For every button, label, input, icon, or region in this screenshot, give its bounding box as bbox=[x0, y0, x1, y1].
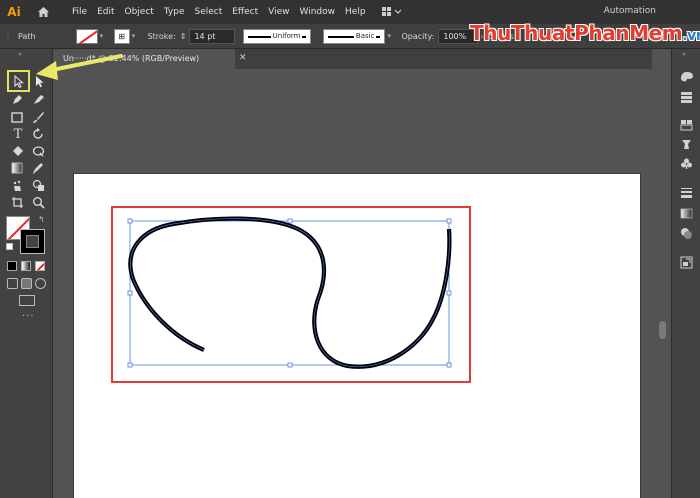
eraser-tool-icon[interactable] bbox=[9, 143, 25, 159]
menu-window[interactable]: Window bbox=[295, 0, 341, 24]
brush-label: Basic bbox=[353, 31, 377, 40]
menu-help[interactable]: Help bbox=[340, 0, 371, 24]
type-tool-icon[interactable]: T bbox=[10, 126, 26, 142]
symbols-panel-icon[interactable] bbox=[679, 156, 694, 171]
menu-list: File Edit Object Type Select Effect View… bbox=[67, 0, 371, 24]
color-mode-icon[interactable] bbox=[7, 261, 17, 271]
menu-effect[interactable]: Effect bbox=[227, 0, 263, 24]
bounding-box bbox=[129, 220, 450, 366]
watermark: ThuThuatPhanMem.vn bbox=[470, 21, 700, 45]
default-colors-icon[interactable] bbox=[6, 243, 13, 250]
more-tools-icon[interactable]: ··· bbox=[22, 311, 35, 322]
zoom-tool-icon[interactable] bbox=[30, 194, 46, 210]
vertical-scrollbar[interactable] bbox=[652, 69, 671, 498]
app-logo: Ai bbox=[7, 5, 21, 19]
bounding-box-handles[interactable] bbox=[127, 218, 452, 368]
tools-panel: « T ↰ ··· bbox=[0, 49, 53, 498]
swap-icon[interactable]: ↰ bbox=[38, 215, 45, 224]
paintbrush-tool-icon[interactable] bbox=[30, 109, 46, 125]
selection-type-label: Path bbox=[18, 31, 36, 41]
stepper-icon[interactable]: ⇕ bbox=[180, 32, 187, 41]
collapse-icon[interactable]: « bbox=[18, 50, 22, 58]
screen-mode-icon[interactable] bbox=[19, 295, 35, 306]
document-tab-bar: Un·····d* @ 32.44% (RGB/Preview) ✕ bbox=[53, 49, 652, 69]
artboard-tool-icon[interactable] bbox=[9, 194, 25, 210]
draw-normal-icon[interactable] bbox=[7, 278, 18, 289]
symbol-sprayer-tool-icon[interactable] bbox=[9, 177, 25, 193]
color-panel-icon[interactable] bbox=[679, 69, 694, 84]
opacity-label[interactable]: Opacity: bbox=[401, 32, 434, 41]
curvature-tool-icon[interactable] bbox=[30, 91, 46, 107]
panel-dock: » bbox=[671, 49, 700, 498]
direct-selection-tool-icon[interactable] bbox=[32, 73, 48, 89]
draw-behind-icon[interactable] bbox=[21, 278, 32, 289]
gradient-mode-icon[interactable] bbox=[21, 261, 31, 271]
none-mode-icon[interactable] bbox=[35, 261, 45, 271]
rectangle-tool-icon[interactable] bbox=[9, 109, 25, 125]
curve-path-outline bbox=[130, 218, 450, 368]
scrollbar-thumb[interactable] bbox=[659, 321, 666, 339]
stroke-weight-field[interactable]: 14 pt bbox=[189, 28, 236, 44]
gradient-tool-icon[interactable] bbox=[9, 160, 25, 176]
fill-swatch[interactable] bbox=[75, 28, 98, 44]
stroke-label[interactable]: Stroke: bbox=[148, 32, 176, 41]
stroke-color-box[interactable] bbox=[20, 229, 45, 254]
home-icon[interactable] bbox=[33, 2, 53, 22]
chevron-down-icon[interactable]: ▾ bbox=[100, 32, 108, 40]
menu-object[interactable]: Object bbox=[120, 0, 159, 24]
menu-view[interactable]: View bbox=[263, 0, 294, 24]
chevron-down-icon[interactable]: ▾ bbox=[132, 32, 140, 40]
grip-icon: ⋮ bbox=[4, 31, 12, 41]
stroke-swatch[interactable]: ⊞ bbox=[113, 28, 130, 44]
draw-inside-icon[interactable] bbox=[35, 278, 46, 289]
menu-select[interactable]: Select bbox=[189, 0, 227, 24]
workspace-switcher[interactable]: Automation bbox=[604, 6, 656, 16]
stroke-panel-icon[interactable] bbox=[679, 185, 694, 200]
menu-file[interactable]: File bbox=[67, 0, 92, 24]
arrange-documents-icon bbox=[381, 7, 401, 16]
illustrator-window: Ai File Edit Object Type Select Effect V… bbox=[0, 0, 700, 498]
brush-definition[interactable]: Basic bbox=[323, 28, 386, 44]
expand-icon[interactable]: » bbox=[682, 50, 686, 58]
asset-export-panel-icon[interactable] bbox=[679, 255, 694, 270]
eyedropper-tool-icon[interactable] bbox=[30, 160, 46, 176]
menu-type[interactable]: Type bbox=[159, 0, 190, 24]
artwork-layer bbox=[111, 206, 471, 383]
scale-tool-icon[interactable] bbox=[30, 143, 46, 159]
arrange-documents-button[interactable] bbox=[381, 6, 403, 18]
brushes-panel-icon[interactable] bbox=[679, 137, 694, 152]
watermark-main: ThuThuatPhanMem bbox=[470, 21, 683, 45]
annotation-rectangle bbox=[111, 206, 471, 383]
profile-label: Uniform bbox=[270, 31, 303, 40]
selection-tool-icon[interactable] bbox=[11, 73, 27, 89]
variable-width-profile[interactable]: Uniform bbox=[243, 28, 312, 44]
document-tab[interactable]: Un·····d* @ 32.44% (RGB/Preview) bbox=[53, 49, 235, 69]
chevron-down-icon[interactable]: ▾ bbox=[387, 32, 395, 40]
rotate-tool-icon[interactable] bbox=[30, 126, 46, 142]
transparency-panel-icon[interactable] bbox=[679, 226, 694, 241]
swatches-panel-icon[interactable] bbox=[679, 117, 694, 132]
watermark-tld: .vn bbox=[682, 28, 700, 44]
shape-builder-tool-icon[interactable] bbox=[30, 177, 46, 193]
close-icon[interactable]: ✕ bbox=[239, 53, 247, 63]
curve-path[interactable] bbox=[128, 216, 452, 369]
layers-panel-icon[interactable] bbox=[679, 90, 694, 105]
canvas-area[interactable] bbox=[53, 69, 652, 498]
stroke-inner bbox=[26, 235, 39, 248]
gradient-panel-icon[interactable] bbox=[679, 206, 694, 221]
pen-tool-icon[interactable] bbox=[9, 91, 25, 107]
menu-edit[interactable]: Edit bbox=[92, 0, 119, 24]
